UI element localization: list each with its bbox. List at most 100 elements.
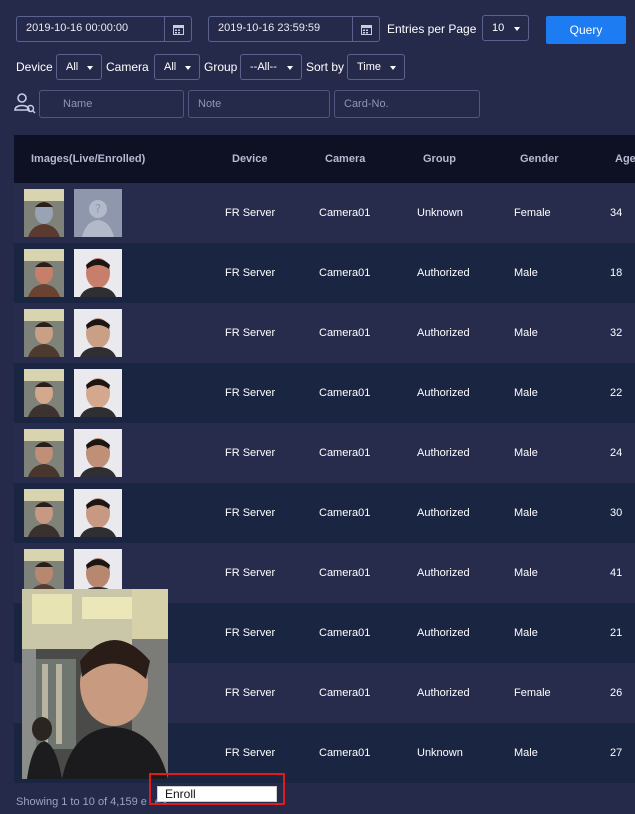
camera-cell: Camera01 [319,567,371,579]
card-no-input[interactable]: Card-No. [334,90,480,118]
age-cell: 32 [610,327,623,339]
table-row[interactable]: FR Server Camera01 Authorized Male 24 [14,423,635,483]
group-cell: Authorized [417,687,470,699]
start-time-field[interactable]: 2019-10-16 00:00:00 [16,16,192,42]
chevron-down-icon [287,66,293,70]
group-cell: Unknown [417,207,463,219]
live-snapshot-image[interactable] [24,369,64,417]
camera-select-value: All [164,61,177,73]
group-select[interactable]: --All-- [240,54,302,80]
device-cell: FR Server [225,327,276,339]
pagination-info: Showing 1 to 10 of 4,159 e es [16,796,167,808]
device-cell: FR Server [225,447,276,459]
live-snapshot-image[interactable] [24,429,64,477]
enrolled-photo-image[interactable] [74,309,122,357]
age-cell: 22 [610,387,623,399]
age-cell: 18 [610,267,623,279]
sort-by-select[interactable]: Time [347,54,405,80]
header-camera[interactable]: Camera [325,135,365,183]
gender-cell: Male [514,567,538,579]
entries-per-page-value: 10 [492,22,505,34]
chevron-down-icon [87,66,93,70]
table-row[interactable]: FR Server Camera01 Authorized Male 30 [14,483,635,543]
sort-by-label: Sort by [306,60,345,74]
live-snapshot-image[interactable] [24,489,64,537]
age-cell: 26 [610,687,623,699]
enrolled-photo-image[interactable] [74,429,122,477]
enrolled-photo-image[interactable] [74,249,122,297]
end-time-value: 2019-10-16 23:59:59 [218,22,321,34]
default-avatar-icon[interactable]: ? [74,189,122,237]
calendar-icon[interactable] [164,17,191,41]
group-cell: Authorized [417,447,470,459]
gender-cell: Male [514,267,538,279]
camera-select[interactable]: All [154,54,200,80]
camera-label: Camera [106,60,149,74]
table-row[interactable]: FR Server Camera01 Authorized Male 32 [14,303,635,363]
name-placeholder: Name [63,98,93,110]
enroll-button[interactable]: Enroll [157,786,277,802]
gender-cell: Male [514,507,538,519]
device-select[interactable]: All [56,54,102,80]
card-no-placeholder: Card-No. [344,98,389,110]
device-label: Device [16,60,53,74]
device-cell: FR Server [225,507,276,519]
header-gender[interactable]: Gender [520,135,559,183]
chevron-down-icon [514,27,520,31]
query-button[interactable]: Query [546,16,626,44]
enrolled-photo-image[interactable] [74,489,122,537]
live-snapshot-image[interactable] [24,309,64,357]
camera-cell: Camera01 [319,207,371,219]
gender-cell: Male [514,447,538,459]
group-cell: Unknown [417,747,463,759]
chevron-down-icon [185,66,191,70]
group-cell: Authorized [417,327,470,339]
age-cell: 34 [610,207,623,219]
header-age[interactable]: Age [615,135,635,183]
gender-cell: Male [514,627,538,639]
gender-cell: Male [514,747,538,759]
note-placeholder: Note [198,98,222,110]
table-row[interactable]: FR Server Camera01 Authorized Male 18 [14,243,635,303]
group-label: Group [204,60,238,74]
header-images[interactable]: Images(Live/Enrolled) [31,135,145,183]
end-time-field[interactable]: 2019-10-16 23:59:59 [208,16,380,42]
entries-per-page-label: Entries per Page [387,22,477,36]
gender-cell: Female [514,207,551,219]
age-cell: 27 [610,747,623,759]
device-cell: FR Server [225,387,276,399]
chevron-down-icon [390,66,396,70]
device-cell: FR Server [225,687,276,699]
device-cell: FR Server [225,267,276,279]
gender-cell: Male [514,327,538,339]
camera-cell: Camera01 [319,387,371,399]
live-snapshot-image[interactable] [24,249,64,297]
group-cell: Authorized [417,567,470,579]
header-device[interactable]: Device [232,135,267,183]
camera-cell: Camera01 [319,507,371,519]
note-input[interactable]: Note [188,90,330,118]
table-header: Images(Live/Enrolled) Device Camera Grou… [14,135,635,183]
camera-cell: Camera01 [319,447,371,459]
age-cell: 30 [610,507,623,519]
header-group[interactable]: Group [423,135,456,183]
camera-cell: Camera01 [319,267,371,279]
camera-cell: Camera01 [319,627,371,639]
name-input[interactable]: Name [39,90,184,118]
device-select-value: All [66,61,79,73]
table-row[interactable]: ? FR Server Camera01 Unknown Female 34 [14,183,635,243]
live-snapshot-image[interactable] [24,189,64,237]
group-cell: Authorized [417,627,470,639]
live-image-preview [22,589,168,779]
gender-cell: Male [514,387,538,399]
entries-per-page-select[interactable]: 10 [482,15,529,41]
start-time-value: 2019-10-16 00:00:00 [26,22,129,34]
camera-cell: Camera01 [319,687,371,699]
enrolled-photo-image[interactable] [74,369,122,417]
table-row[interactable]: FR Server Camera01 Authorized Male 22 [14,363,635,423]
pagination-info-prefix: Showing 1 to 10 of 4,159 e [16,796,147,808]
group-cell: Authorized [417,507,470,519]
camera-cell: Camera01 [319,747,371,759]
age-cell: 41 [610,567,623,579]
calendar-icon[interactable] [352,17,379,41]
